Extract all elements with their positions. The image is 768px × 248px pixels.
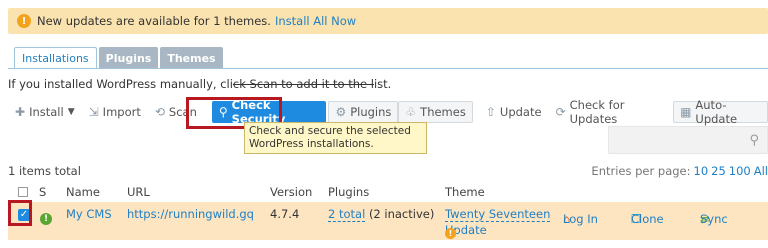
check-updates-button[interactable]: ⟳ Check for Updates (549, 98, 674, 126)
items-total: 1 items total (8, 164, 81, 178)
update-notice: ! New updates are available for 1 themes… (8, 8, 768, 34)
puzzle-icon: ✚ (15, 105, 26, 119)
import-button[interactable]: ⇲ Import (82, 101, 148, 123)
per-page-25[interactable]: 25 (711, 164, 726, 178)
search-icon: ⚲ (749, 133, 759, 148)
auto-update-button[interactable]: ▦ Auto-Update (673, 98, 768, 126)
entries-per-page: Entries per page: 10 25 100 All (591, 164, 768, 178)
chevron-down-icon: ▼ (67, 107, 75, 117)
col-url[interactable]: URL (127, 185, 150, 199)
site-url-link[interactable]: https://runningwild.gq (127, 207, 254, 221)
refresh-icon: ⟳ (555, 105, 566, 119)
themes-button[interactable]: ♧ Themes (398, 101, 473, 123)
plugins-total-link[interactable]: 2 total (328, 207, 366, 222)
manual-install-hint: If you installed WordPress manually, cli… (8, 77, 392, 91)
theme-link[interactable]: Twenty Seventeen (445, 207, 551, 222)
select-all-checkbox[interactable] (18, 187, 28, 197)
col-theme: Theme (445, 185, 485, 199)
tab-bar: Installations Plugins Themes (14, 47, 225, 69)
update-button[interactable]: ⇧ Update (479, 101, 549, 123)
notice-message: New updates are available for 1 themes. (37, 14, 271, 28)
plugin-icon: ⚙ (335, 105, 347, 119)
site-name-link[interactable]: My CMS (66, 207, 112, 221)
install-button[interactable]: ✚ Install ▼ (8, 101, 82, 123)
auto-update-icon: ▦ (680, 105, 692, 119)
per-page-100[interactable]: 100 (729, 164, 751, 178)
warning-icon: ! (17, 14, 31, 28)
table-row: ✓ ! My CMS https://runningwild.gq 4.7.4 … (8, 202, 768, 240)
install-all-link[interactable]: Install All Now (275, 14, 356, 28)
tab-divider (8, 68, 768, 69)
col-status: S (39, 185, 47, 199)
search-input[interactable]: ⚲ (608, 126, 768, 154)
warning-icon: ! (445, 228, 456, 239)
check-security-tooltip: Check and secure the selected WordPress … (244, 122, 427, 154)
plugins-summary: 2 total (2 inactive) (328, 207, 435, 222)
highlight-row-checkbox (8, 200, 32, 226)
col-plugins: Plugins (328, 185, 370, 199)
per-page-10[interactable]: 10 (694, 164, 709, 178)
theme-update[interactable]: ! Update (445, 223, 487, 239)
import-icon: ⇲ (88, 105, 99, 119)
col-name[interactable]: Name (66, 185, 100, 199)
col-version[interactable]: Version (270, 185, 312, 199)
themes-icon: ♧ (405, 105, 417, 119)
per-page-all[interactable]: All (754, 164, 768, 178)
scan-icon: ⟲ (154, 105, 165, 119)
update-icon: ⇧ (485, 105, 496, 119)
plugins-button[interactable]: ⚙ Plugins (328, 101, 399, 123)
tab-installations[interactable]: Installations (14, 47, 97, 69)
table-header: S Name URL Version Plugins Theme (8, 180, 768, 202)
tab-plugins[interactable]: Plugins (98, 47, 159, 69)
toolbar: ✚ Install ▼ ⇲ Import ⟲ Scan ⚲ Check Security … (8, 98, 768, 126)
tab-themes[interactable]: Themes (160, 47, 223, 69)
wp-version: 4.7.4 (270, 207, 300, 221)
